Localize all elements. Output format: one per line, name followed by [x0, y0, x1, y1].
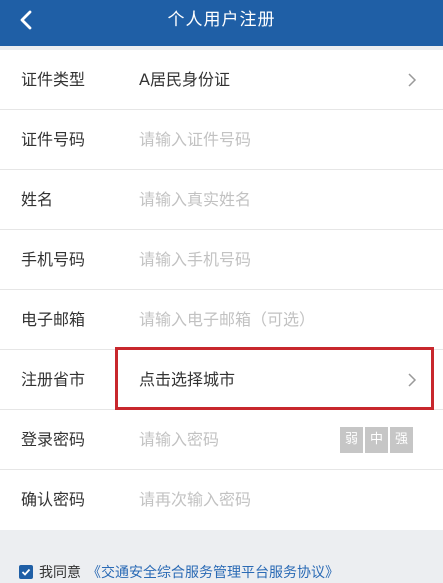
- city-select[interactable]: 点击选择城市: [139, 350, 235, 409]
- password-label: 登录密码: [21, 430, 86, 449]
- confirm-password-input[interactable]: [136, 484, 422, 514]
- id-type-value[interactable]: A居民身份证: [139, 50, 230, 109]
- name-input[interactable]: [136, 184, 422, 214]
- agreement: 我同意 《交通安全综合服务管理平台服务协议》: [19, 561, 339, 583]
- phone-row: 手机号码: [0, 230, 443, 290]
- email-row: 电子邮箱: [0, 290, 443, 350]
- agreement-link[interactable]: 《交通安全综合服务管理平台服务协议》: [87, 562, 339, 582]
- registration-form: 证件类型 A居民身份证 证件号码 姓名 手机号码 电子邮箱 注册省市 点击选择城…: [0, 50, 443, 530]
- email-input[interactable]: [136, 304, 422, 334]
- phone-input[interactable]: [136, 244, 422, 274]
- password-input[interactable]: [136, 424, 322, 454]
- chevron-right-icon: [408, 373, 417, 387]
- password-strength-meter: 弱 中 强: [340, 427, 413, 453]
- chevron-right-icon: [408, 73, 417, 87]
- email-label: 电子邮箱: [21, 310, 86, 329]
- region-label: 注册省市: [21, 370, 86, 389]
- agreement-text: 我同意: [39, 565, 81, 581]
- confirm-password-row: 确认密码: [0, 470, 443, 530]
- id-type-row[interactable]: 证件类型 A居民身份证: [0, 50, 443, 110]
- page-title: 个人用户注册: [167, 10, 276, 30]
- name-row: 姓名: [0, 170, 443, 230]
- name-label: 姓名: [21, 190, 54, 209]
- confirm-password-label: 确认密码: [21, 490, 86, 509]
- phone-label: 手机号码: [21, 250, 86, 269]
- strength-weak: 弱: [340, 427, 363, 453]
- strength-strong: 强: [390, 427, 413, 453]
- agreement-checkbox[interactable]: [19, 565, 33, 579]
- region-row[interactable]: 注册省市 点击选择城市: [0, 350, 443, 410]
- id-type-label: 证件类型: [21, 70, 86, 89]
- id-number-input[interactable]: [136, 124, 422, 154]
- id-number-label: 证件号码: [21, 130, 86, 149]
- navigation-bar: 个人用户注册: [0, 0, 443, 46]
- password-row: 登录密码 弱 中 强: [0, 410, 443, 470]
- strength-medium: 中: [365, 427, 388, 453]
- id-number-row: 证件号码: [0, 110, 443, 170]
